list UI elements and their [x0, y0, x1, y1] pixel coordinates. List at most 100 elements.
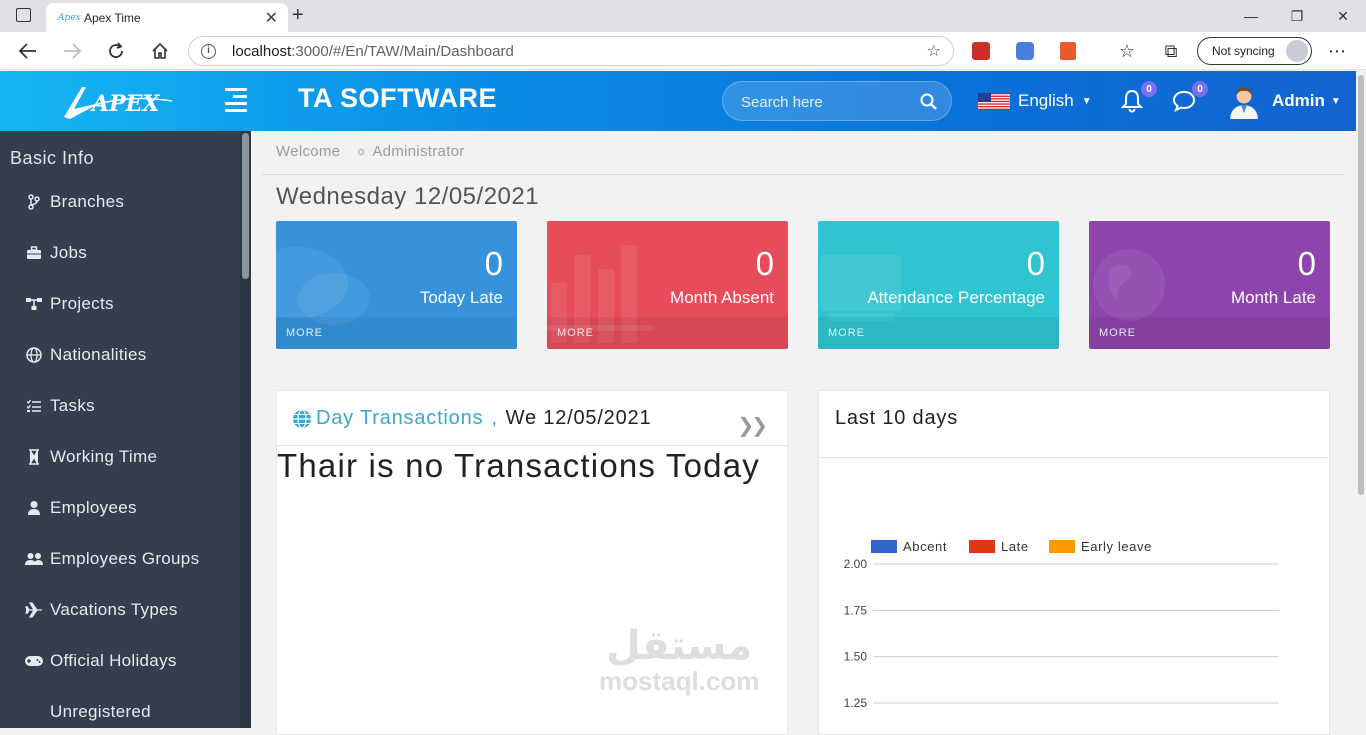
user-menu[interactable]: Admin ▼: [1226, 83, 1341, 119]
search-input[interactable]: [741, 91, 911, 113]
stat-card-today-late[interactable]: 0 Today Late MORE: [276, 221, 517, 349]
double-chevron-right-icon[interactable]: ❯❯: [737, 413, 767, 438]
home-icon[interactable]: [145, 38, 175, 64]
notifications-badge: 0: [1141, 81, 1157, 97]
sidebar-scrollbar[interactable]: [240, 131, 251, 728]
minimize-icon[interactable]: —: [1228, 0, 1274, 32]
hourglass-icon: [24, 449, 44, 465]
messages-badge: 0: [1192, 81, 1208, 97]
sidebar-item-nationalities[interactable]: Nationalities: [24, 340, 147, 370]
apex-logo: APEX: [64, 87, 173, 119]
sidebar-item-jobs[interactable]: Jobs: [24, 238, 87, 268]
y-tick-label: 1.75: [844, 603, 868, 617]
sidebar-item-working-time[interactable]: Working Time: [24, 442, 157, 472]
search-box: [722, 81, 952, 121]
sidebar-item-branches[interactable]: Branches: [24, 187, 124, 217]
sidebar-item-employees[interactable]: Employees: [24, 493, 137, 523]
branch-icon: [24, 194, 44, 210]
restore-icon[interactable]: ❐: [1274, 0, 1320, 32]
y-tick-label: 1.25: [844, 696, 868, 710]
sidebar-item-label: Jobs: [50, 243, 88, 262]
window-close-icon[interactable]: ✕: [1320, 0, 1366, 32]
sidebar-item-label: Projects: [50, 294, 114, 313]
forward-icon[interactable]: [57, 38, 87, 64]
tab-close-icon[interactable]: ✕: [265, 8, 278, 28]
page-scrollbar[interactable]: [1356, 71, 1366, 728]
sync-button[interactable]: Not syncing: [1197, 37, 1312, 65]
translate-icon[interactable]: [1016, 42, 1034, 60]
sidebar-item-unregistered[interactable]: Unregistered: [24, 697, 151, 727]
notifications-button[interactable]: 0: [1120, 81, 1157, 115]
extension-megaphone-icon[interactable]: [1060, 42, 1076, 60]
browser-tab[interactable]: Apex Apex Time ✕: [46, 3, 288, 32]
app-header: APEX TA SOFTWARE English ▼ 0 0 Admin ▼: [0, 71, 1356, 131]
stat-card-month-late[interactable]: 0 Month Late MORE: [1089, 221, 1330, 349]
last-10-days-panel: Last 10 days Abcent Late Early leave 2.0…: [818, 390, 1330, 735]
briefcase-icon: [24, 245, 44, 261]
stat-label: Attendance Percentage: [867, 288, 1045, 307]
stat-label: Month Absent: [670, 288, 774, 307]
plane-icon: [24, 602, 44, 618]
sitemap-icon: [24, 296, 44, 312]
empty-state-message: Thair is no Transactions Today: [277, 447, 760, 484]
new-tab-icon[interactable]: +: [292, 4, 304, 27]
sidebar-item-official-holidays[interactable]: Official Holidays: [24, 646, 177, 676]
sidebar-item-employees-groups[interactable]: Employees Groups: [24, 544, 199, 574]
reload-icon[interactable]: [101, 38, 131, 64]
sidebar-item-projects[interactable]: Projects: [24, 289, 114, 319]
apex-favicon-icon: Apex: [58, 12, 81, 23]
breadcrumb-separator: [358, 148, 365, 155]
stat-card-attendance-percentage[interactable]: 0 Attendance Percentage MORE: [818, 221, 1059, 349]
us-flag-icon: [978, 92, 1010, 110]
more-link[interactable]: MORE: [547, 317, 788, 349]
sidebar-item-tasks[interactable]: Tasks: [24, 391, 95, 421]
search-icon[interactable]: [920, 93, 937, 110]
sidebar-item-label: Branches: [50, 192, 125, 211]
transactions-heading: Day Transactions: [316, 407, 484, 429]
sidebar-item-label: Official Holidays: [50, 651, 177, 670]
brand-title: TA SOFTWARE: [298, 83, 497, 113]
chevron-down-icon: ▼: [1330, 95, 1341, 107]
tasks-icon: [24, 398, 44, 414]
avatar: [1230, 87, 1258, 119]
user-name: Admin: [1272, 91, 1325, 110]
site-info-icon[interactable]: i: [201, 43, 216, 59]
sidebar-item-label: Working Time: [50, 447, 158, 466]
transactions-separator: ,: [491, 407, 498, 429]
stat-card-month-absent[interactable]: 0 Month Absent MORE: [547, 221, 788, 349]
extension-red-icon[interactable]: [972, 42, 990, 60]
stat-value: 0: [484, 245, 503, 282]
stat-label: Month Late: [1230, 288, 1316, 307]
url-field[interactable]: i localhost:3000/#/En/TAW/Main/Dashboard…: [188, 36, 954, 66]
more-menu-icon[interactable]: ⋯: [1322, 38, 1352, 64]
messages-button[interactable]: 0: [1172, 81, 1208, 115]
svg-text:APEX: APEX: [90, 91, 160, 117]
sidebar-item-label: Employees Groups: [50, 549, 200, 568]
more-link[interactable]: MORE: [818, 317, 1059, 349]
day-transactions-panel: Day Transactions , We 12/05/2021 ❯❯ Thai…: [276, 390, 788, 735]
transactions-date: We 12/05/2021: [505, 407, 652, 429]
page-title: Wednesday 12/05/2021: [276, 183, 540, 210]
add-favorite-icon[interactable]: ☆: [927, 41, 941, 61]
panel-header: Last 10 days: [819, 391, 1329, 458]
bell-icon: [1120, 89, 1144, 113]
favorites-icon[interactable]: ☆: [1112, 38, 1142, 64]
tab-actions-icon[interactable]: [16, 8, 31, 22]
more-link[interactable]: MORE: [1089, 317, 1330, 349]
browser-tab-strip: Apex Apex Time ✕ + — ❐ ✕: [0, 0, 1366, 32]
gamepad-icon: [24, 653, 44, 669]
breadcrumb-welcome[interactable]: Welcome: [276, 143, 340, 160]
sync-label: Not syncing: [1212, 44, 1275, 58]
more-link[interactable]: MORE: [276, 317, 517, 349]
chart-title: Last 10 days: [835, 407, 959, 429]
collections-icon[interactable]: ⧉: [1156, 38, 1186, 64]
back-icon[interactable]: [13, 38, 43, 64]
menu-toggle-icon[interactable]: [225, 88, 247, 112]
language-selector[interactable]: English ▼: [978, 89, 1092, 113]
chevron-down-icon: ▼: [1081, 95, 1092, 107]
sidebar-item-vacations-types[interactable]: Vacations Types: [24, 595, 178, 625]
stat-label: Today Late: [419, 288, 503, 307]
tab-title: Apex Time: [84, 10, 141, 25]
breadcrumb-current: Administrator: [372, 143, 465, 160]
users-icon: [24, 551, 44, 567]
